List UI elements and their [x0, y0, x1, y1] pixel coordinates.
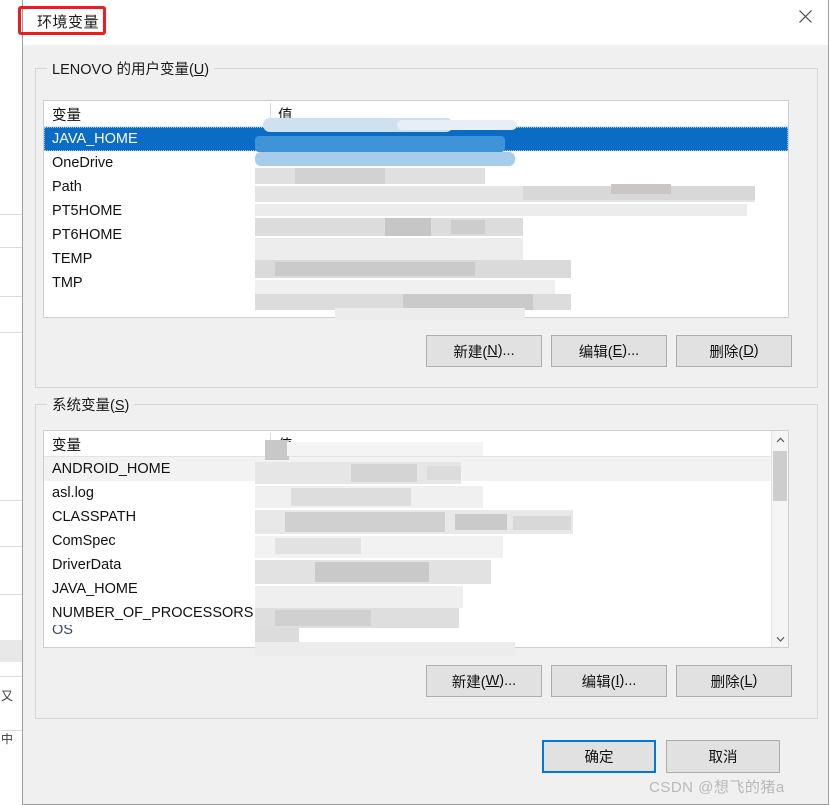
background-partial-glyph: 又	[1, 690, 14, 702]
table-row[interactable]: OneDrive	[44, 151, 788, 175]
chevron-down-icon[interactable]	[772, 630, 788, 647]
btn-post: )...	[622, 343, 640, 359]
user-column-header-variable[interactable]: 变量	[52, 104, 81, 125]
new-user-variable-button[interactable]: 新建(N)...	[426, 335, 542, 367]
cancel-button[interactable]: 取消	[666, 740, 780, 773]
table-row[interactable]: ANDROID_HOME	[44, 457, 788, 481]
cancel-button-label: 取消	[708, 750, 738, 766]
btn-accel: N	[487, 343, 498, 359]
user-variable-name: Path	[52, 179, 82, 195]
btn-pre: 新建(	[453, 344, 488, 361]
system-variable-name: NUMBER_OF_PROCESSORS	[52, 605, 254, 621]
system-variable-name: JAVA_HOME	[52, 581, 138, 597]
background-partial-glyph-2: 中	[1, 733, 14, 745]
chevron-up-icon[interactable]	[772, 431, 788, 448]
close-icon[interactable]	[782, 0, 828, 32]
user-column-header-value[interactable]: 值	[278, 104, 293, 125]
system-variable-name: OS	[52, 625, 73, 637]
user-variable-name: TEMP	[52, 251, 93, 267]
table-row[interactable]: PT6HOME	[44, 223, 788, 247]
system-variables-legend: 系统变量(S)	[47, 394, 135, 415]
background-window-sliver: 又 中	[0, 0, 23, 805]
user-legend-accel: U	[193, 62, 205, 78]
btn-pre: 新建(	[451, 674, 486, 691]
btn-post: )...	[499, 673, 517, 689]
user-variable-name: TMP	[52, 275, 83, 291]
system-column-header-variable[interactable]: 变量	[52, 434, 81, 455]
user-variable-name: PT5HOME	[52, 203, 123, 219]
ok-button[interactable]: 确定	[542, 740, 656, 773]
csdn-watermark: CSDN @想飞的猪a	[649, 779, 785, 796]
user-variables-listview[interactable]: 变量 值 JAVA_HOME OneDrive Path PT5HOME PT6…	[43, 100, 789, 318]
btn-pre: 编辑(	[578, 344, 613, 361]
user-variable-name: OneDrive	[52, 155, 114, 171]
table-row[interactable]: Path	[44, 175, 788, 199]
table-row[interactable]: JAVA_HOME	[44, 577, 788, 601]
user-list-header: 变量 值	[44, 101, 788, 127]
system-legend-accel: S	[114, 398, 125, 414]
table-row[interactable]: JAVA_HOME	[44, 127, 788, 151]
system-column-header-value[interactable]: 值	[278, 434, 293, 455]
btn-accel: L	[744, 673, 753, 689]
system-legend-prefix: 系统变量(	[52, 398, 115, 414]
system-list-scrollbar[interactable]	[771, 431, 788, 647]
scrollbar-thumb[interactable]	[773, 451, 787, 501]
new-system-variable-button[interactable]: 新建(W)...	[426, 665, 542, 697]
system-variables-listview[interactable]: 变量 值 ANDROID_HOME asl.log CLASSPATH ComS…	[43, 430, 789, 648]
table-row[interactable]: OS	[44, 625, 788, 637]
table-row[interactable]: PT5HOME	[44, 199, 788, 223]
system-variable-name: DriverData	[52, 557, 122, 573]
edit-system-variable-button[interactable]: 编辑(I)...	[551, 665, 667, 697]
table-row[interactable]: TMP	[44, 271, 788, 295]
btn-accel: E	[612, 343, 623, 359]
system-variable-name: ComSpec	[52, 533, 116, 549]
table-row[interactable]: asl.log	[44, 481, 788, 505]
btn-post: )	[752, 673, 758, 689]
table-row[interactable]: CLASSPATH	[44, 505, 788, 529]
btn-post: )	[753, 343, 759, 359]
system-legend-suffix: )	[124, 398, 130, 414]
dialog-titlebar: 环境变量	[18, 0, 828, 45]
environment-variables-dialog: 环境变量 LENOVO 的用户变量(U) 变量 值 JAVA_HOME OneD…	[18, 0, 829, 805]
ok-button-label: 确定	[584, 750, 614, 766]
table-row[interactable]: DriverData	[44, 553, 788, 577]
user-legend-suffix: )	[204, 62, 210, 78]
user-variable-name: JAVA_HOME	[52, 131, 138, 147]
table-row[interactable]: ComSpec	[44, 529, 788, 553]
system-column-divider[interactable]	[270, 433, 271, 454]
dialog-title: 环境变量	[37, 14, 100, 31]
table-row[interactable]: TEMP	[44, 247, 788, 271]
user-variables-legend: LENOVO 的用户变量(U)	[47, 58, 215, 79]
btn-pre: 编辑(	[581, 674, 616, 691]
btn-pre: 删除(	[709, 344, 744, 361]
btn-pre: 删除(	[710, 674, 745, 691]
system-list-rows: ANDROID_HOME asl.log CLASSPATH ComSpec D…	[44, 457, 788, 637]
system-variable-name: asl.log	[52, 485, 94, 501]
screenshot-root: 又 中 环境变量 LENOVO 的用户变量(U) 变量 值 JAVA_HOME …	[0, 0, 830, 805]
system-variable-name: ANDROID_HOME	[52, 461, 171, 477]
btn-accel: W	[485, 673, 500, 689]
edit-user-variable-button[interactable]: 编辑(E)...	[551, 335, 667, 367]
btn-accel: D	[743, 343, 754, 359]
system-list-header: 变量 值	[44, 431, 788, 457]
btn-post: )...	[497, 343, 515, 359]
system-variable-name: CLASSPATH	[52, 509, 137, 525]
delete-system-variable-button[interactable]: 删除(L)	[676, 665, 792, 697]
user-variable-name: PT6HOME	[52, 227, 123, 243]
delete-user-variable-button[interactable]: 删除(D)	[676, 335, 792, 367]
user-legend-prefix: LENOVO 的用户变量(	[52, 62, 194, 78]
table-row[interactable]: NUMBER_OF_PROCESSORS	[44, 601, 788, 625]
user-list-rows: JAVA_HOME OneDrive Path PT5HOME PT6HOME …	[44, 127, 788, 295]
btn-post: )...	[619, 673, 637, 689]
user-column-divider[interactable]	[270, 103, 271, 124]
